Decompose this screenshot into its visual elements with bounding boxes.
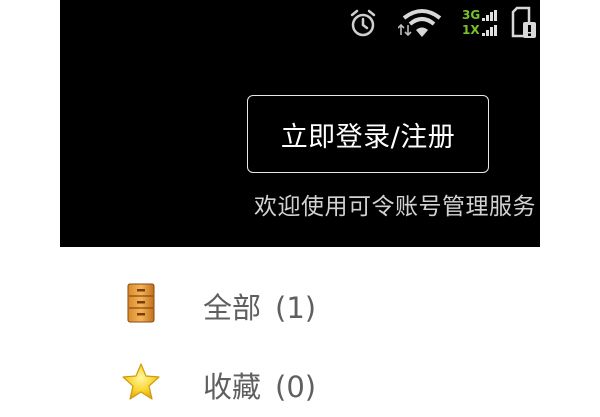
- list-item-all[interactable]: 全部 (1): [60, 268, 540, 338]
- list-item-label: 全部: [203, 291, 262, 325]
- alarm-icon: [350, 9, 376, 37]
- status-bar: 3G 1X: [60, 0, 540, 44]
- app-screen: 3G 1X 立即登录/注册 欢迎使用可令账号管理服务 全部 (1) 收藏 (0): [60, 0, 540, 404]
- login-register-button[interactable]: 立即登录/注册: [247, 95, 489, 173]
- list-item-label: 收藏: [203, 370, 262, 404]
- star-icon: [122, 363, 160, 400]
- network-type-bottom: 1X: [462, 23, 480, 37]
- network-type-top: 3G: [462, 8, 481, 22]
- list-item-count: (1): [275, 291, 317, 325]
- list-item-count: (0): [275, 370, 317, 404]
- sim-alert-icon: [511, 6, 536, 38]
- cabinet-icon: [127, 283, 155, 323]
- welcome-text: 欢迎使用可令账号管理服务: [254, 194, 536, 220]
- wifi-icon: [398, 9, 442, 37]
- list-item-favorites[interactable]: 收藏 (0): [60, 347, 540, 417]
- account-header: 3G 1X 立即登录/注册 欢迎使用可令账号管理服务: [60, 0, 540, 247]
- signal-icon: 3G 1X: [462, 7, 506, 39]
